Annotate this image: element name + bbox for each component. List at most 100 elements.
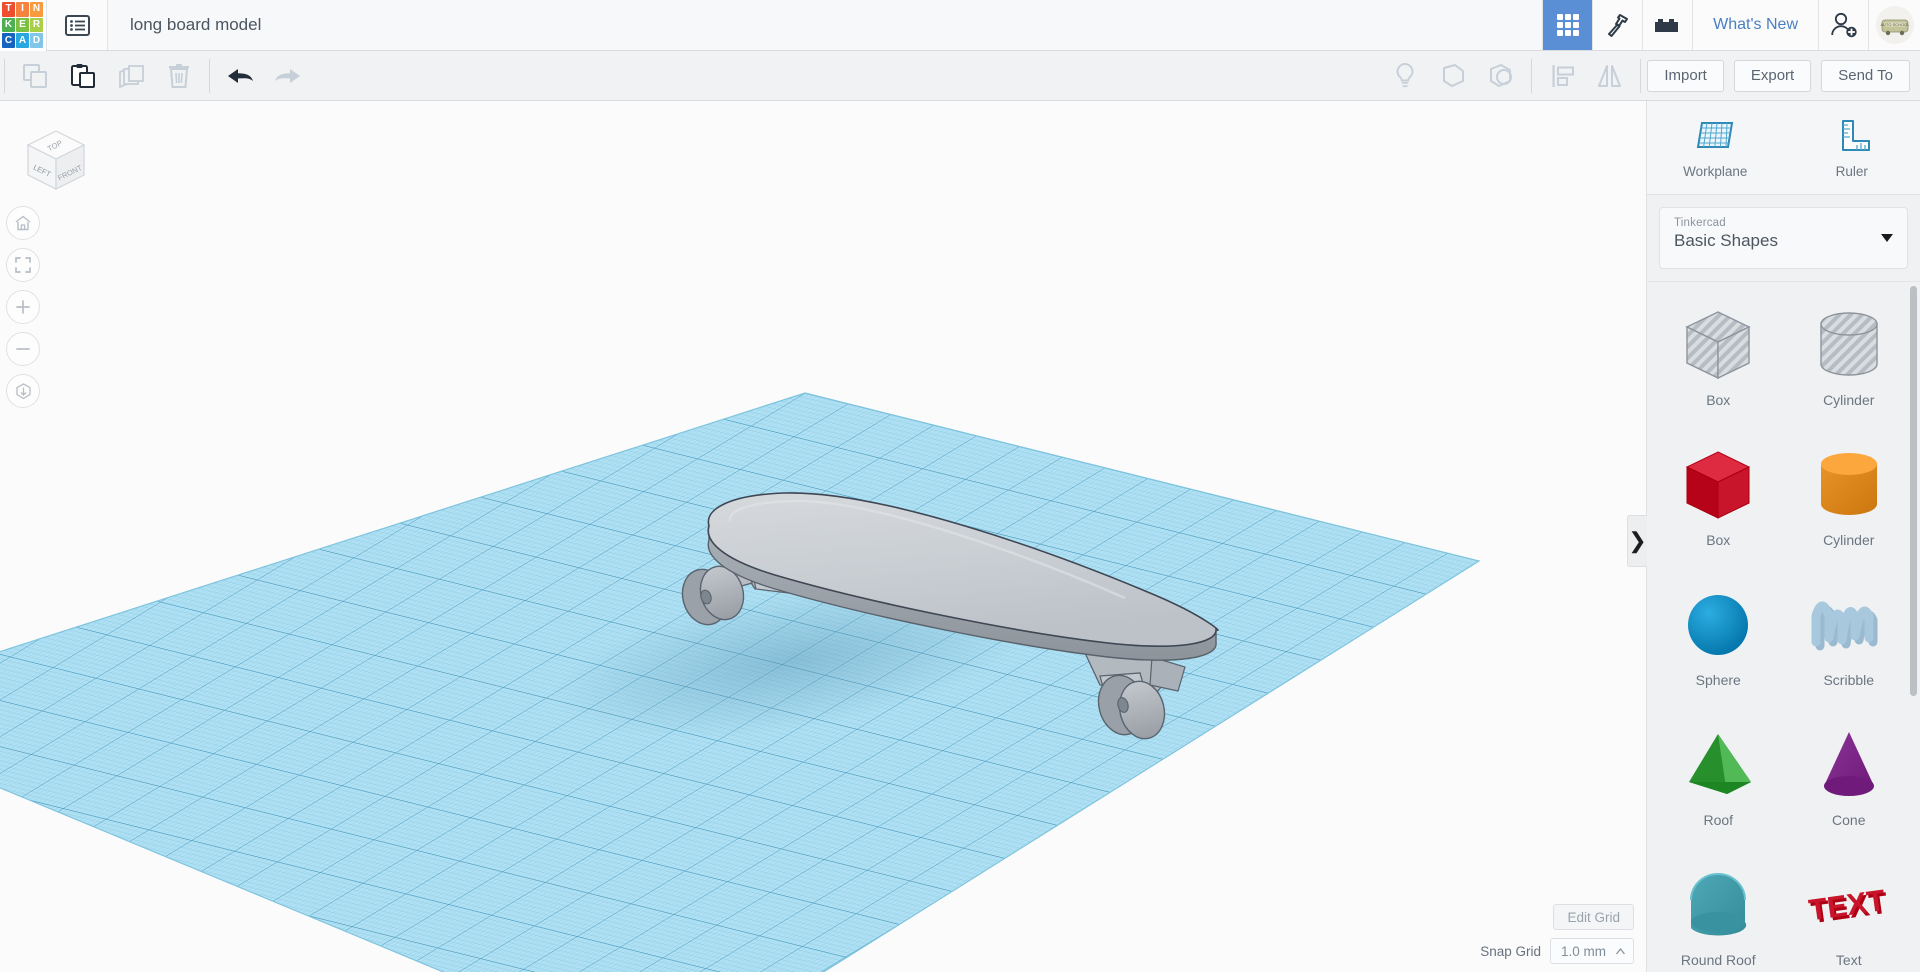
shapes-panel: ❯ Workplane Ruler Tinkercad Basic Shapes… — [1627, 101, 1920, 972]
logo-letter-r: R — [30, 17, 43, 33]
import-button[interactable]: Import — [1647, 59, 1724, 92]
box-hole-art — [1685, 311, 1751, 380]
main-toolbar: Import Export Send To — [0, 51, 1920, 101]
shapes-scroll-area[interactable]: Box Cylinder Box Cylinder Sphere Scribble Roof… — [1647, 281, 1920, 972]
scribble-art — [1811, 601, 1878, 651]
group-icon — [1442, 64, 1464, 87]
shape-item-box[interactable]: Box — [1653, 432, 1784, 572]
shape-label: Roof — [1703, 812, 1734, 828]
grid-view-button[interactable] — [1542, 0, 1593, 50]
redo-button[interactable] — [264, 51, 312, 101]
shape-item-scribble[interactable]: Scribble — [1784, 572, 1915, 712]
shape-thumbnail — [1675, 860, 1761, 950]
grid-icon — [1556, 14, 1579, 36]
text-art: TEXTTEXT — [1807, 884, 1890, 930]
export-button[interactable]: Export — [1733, 59, 1812, 92]
ruler-tool[interactable]: Ruler — [1784, 101, 1920, 194]
shape-library-picker[interactable]: Tinkercad Basic Shapes — [1659, 207, 1908, 269]
shape-item-cylinder-hole[interactable]: Cylinder — [1784, 292, 1915, 432]
tinkercad-logo[interactable]: TINKERCAD — [0, 0, 46, 51]
sphere-art — [1688, 595, 1749, 655]
shape-label: Round Roof — [1680, 952, 1756, 968]
cube-ortho-icon — [15, 382, 31, 399]
shape-thumbnail — [1675, 720, 1761, 810]
chevron-up-icon — [1616, 947, 1625, 954]
cylinder-art — [1820, 453, 1877, 515]
shape-thumbnail — [1675, 300, 1761, 390]
picker-main-label: Basic Shapes — [1674, 231, 1778, 250]
send-to-button[interactable]: Send To — [1821, 59, 1910, 92]
view-cube[interactable]: TOP LEFT FRONT — [18, 123, 93, 198]
paste-button[interactable] — [59, 51, 107, 101]
duplicate-button[interactable] — [107, 51, 155, 101]
home-view-button[interactable] — [6, 206, 40, 240]
shape-thumbnail — [1806, 300, 1892, 390]
shape-thumbnail — [1675, 440, 1761, 530]
shape-label: Scribble — [1823, 672, 1875, 688]
workplane-tool[interactable]: Workplane — [1647, 101, 1784, 194]
workplane-scene — [0, 101, 1646, 972]
account-button[interactable] — [1818, 0, 1868, 50]
zoom-in-button[interactable] — [6, 290, 40, 324]
whats-new-button[interactable]: What's New — [1692, 0, 1818, 50]
blocks-button[interactable] — [1642, 0, 1693, 50]
view-cube-icon: TOP LEFT FRONT — [26, 130, 86, 190]
snap-grid-row: Snap Grid 1.0 mm — [1480, 938, 1634, 964]
avatar: AUTO SCHOOL — [1875, 6, 1914, 44]
box-art — [1686, 451, 1751, 519]
align-button[interactable] — [1538, 51, 1586, 101]
shape-item-cylinder[interactable]: Cylinder — [1784, 432, 1915, 572]
copy-button[interactable] — [11, 51, 59, 101]
undo-arrow-icon — [228, 68, 253, 83]
logo-letter-a: A — [16, 33, 29, 48]
panel-collapse-button[interactable]: ❯ — [1627, 515, 1647, 567]
copy-icon — [23, 63, 47, 88]
logo-letter-n: N — [30, 2, 43, 17]
snap-grid-value: 1.0 mm — [1560, 943, 1606, 959]
delete-button[interactable] — [155, 51, 203, 101]
shapes-grid: Box Cylinder Box Cylinder Sphere Scribble Roof… — [1647, 282, 1920, 972]
user-add-icon — [1830, 12, 1857, 38]
shape-label: Cylinder — [1823, 392, 1875, 408]
shape-label: Box — [1706, 532, 1731, 548]
shape-item-box-hole[interactable]: Box — [1653, 292, 1784, 432]
zoom-out-button[interactable] — [6, 332, 40, 366]
document-list-button[interactable] — [46, 0, 108, 50]
snap-grid-select[interactable]: 1.0 mm — [1549, 938, 1634, 964]
shape-label: Cone — [1832, 812, 1866, 828]
tinker-tools-button[interactable] — [1592, 0, 1643, 50]
edit-grid-button[interactable]: Edit Grid — [1553, 904, 1634, 930]
logo-letter-e: E — [16, 17, 29, 33]
ruler-tool-label: Ruler — [1835, 163, 1868, 179]
fit-view-button[interactable] — [6, 248, 40, 282]
shape-item-roof[interactable]: Roof — [1653, 712, 1784, 852]
tinkercad-app: TINKERCAD long board model What's New AU… — [0, 0, 1920, 972]
shape-label: Text — [1835, 952, 1862, 968]
logo-letter-d: D — [30, 33, 43, 48]
page-title[interactable]: long board model — [108, 0, 1542, 50]
avatar-image: AUTO SCHOOL — [1875, 6, 1914, 44]
undo-button[interactable] — [216, 51, 264, 101]
svg-text:AUTO SCHOOL: AUTO SCHOOL — [1880, 22, 1910, 27]
roof-art — [1689, 734, 1752, 794]
ruler-icon — [1841, 119, 1870, 151]
logo-letter-i: I — [16, 2, 29, 17]
shape-item-round-roof[interactable]: Round Roof — [1653, 852, 1784, 972]
cylinder-hole-art — [1820, 312, 1878, 376]
shape-item-sphere[interactable]: Sphere — [1653, 572, 1784, 712]
app-header: TINKERCAD long board model What's New AU… — [0, 0, 1920, 51]
redo-arrow-icon — [275, 68, 300, 83]
plus-icon — [16, 300, 30, 314]
panel-scrollbar[interactable] — [1910, 286, 1917, 696]
avatar-button[interactable]: AUTO SCHOOL — [1868, 0, 1920, 50]
3d-viewport[interactable]: TOP LEFT FRONT Edit Grid Snap Grid 1.0 m… — [0, 101, 1646, 972]
shape-thumbnail — [1806, 720, 1892, 810]
ungroup-button[interactable] — [1477, 51, 1525, 101]
shape-item-cone[interactable]: Cone — [1784, 712, 1915, 852]
group-button[interactable] — [1429, 51, 1477, 101]
notes-button[interactable] — [1381, 51, 1429, 101]
perspective-toggle-button[interactable] — [6, 374, 40, 408]
mirror-button[interactable] — [1586, 51, 1634, 101]
brick-icon — [1654, 19, 1678, 32]
shape-item-text[interactable]: TEXT TEXT Text — [1784, 852, 1915, 972]
